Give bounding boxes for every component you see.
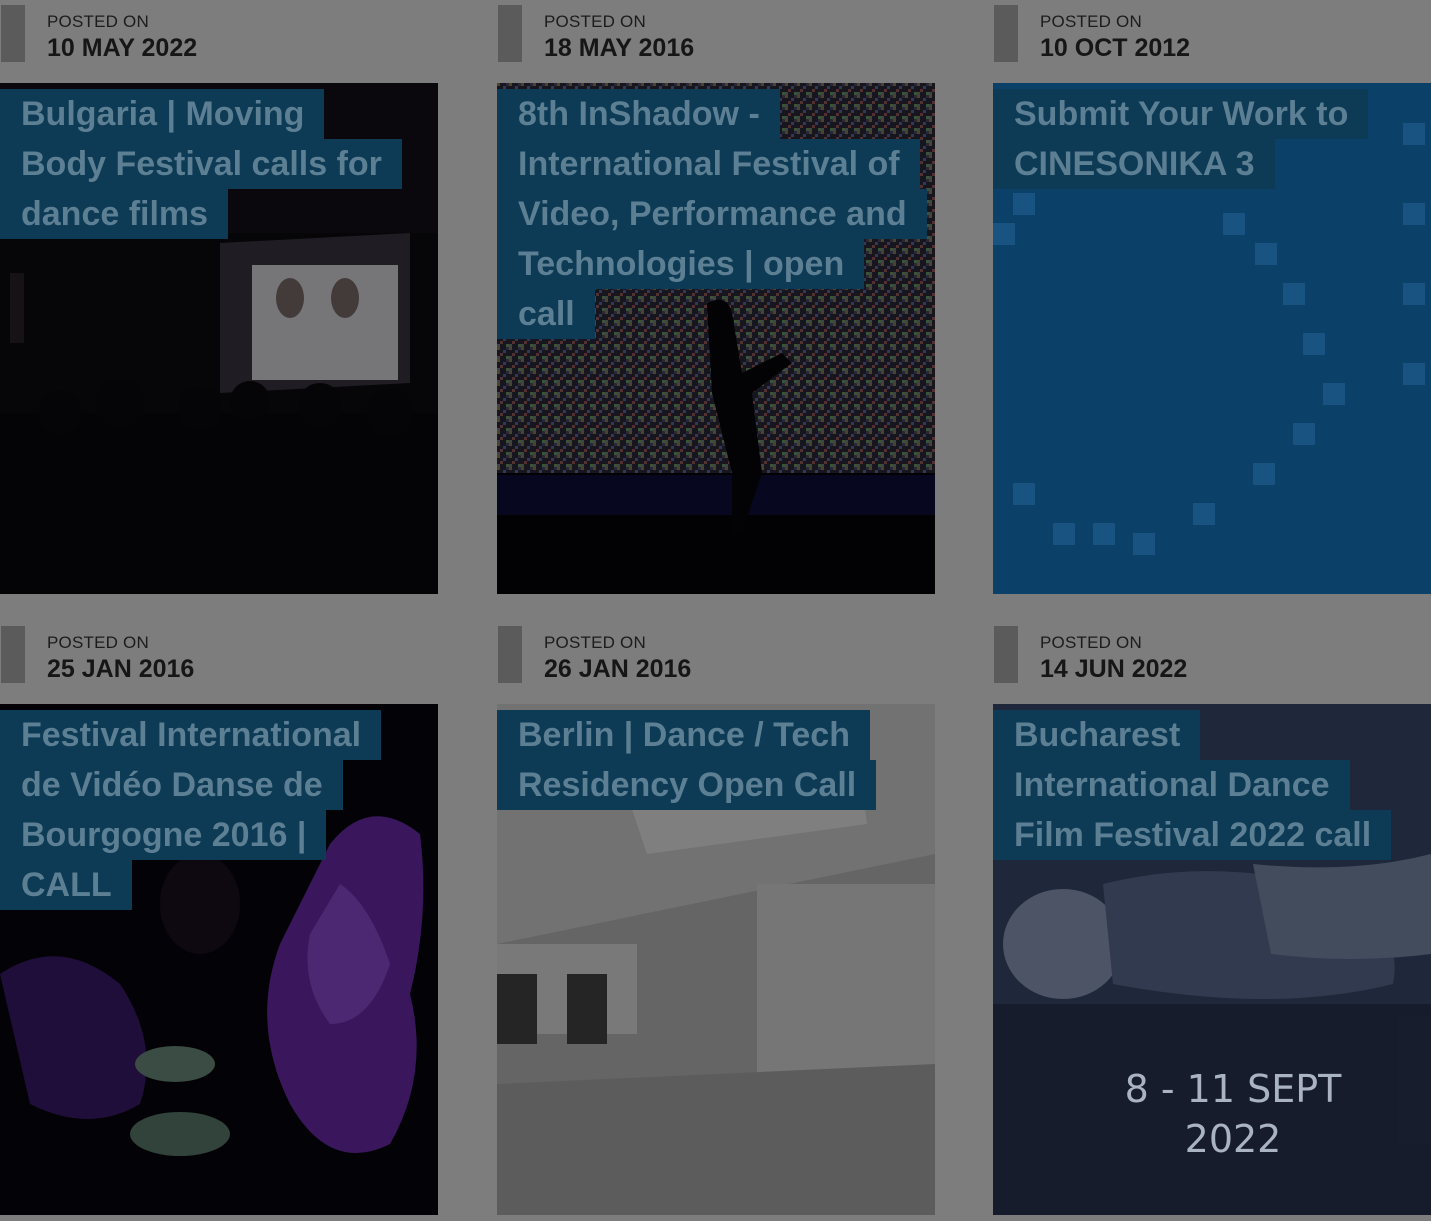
meta-accent-bar	[994, 626, 1018, 683]
post-date: 10 MAY 2022	[47, 34, 198, 62]
post-title-line[interactable]: Bourgogne 2016 |	[0, 810, 327, 860]
post-date: 14 JUN 2022	[1040, 655, 1188, 683]
meta-accent-bar	[1, 626, 25, 683]
post-title-line[interactable]: CINESONIKA 3	[993, 139, 1275, 189]
post-title-line[interactable]: International Dance	[993, 760, 1350, 810]
post-card[interactable]: POSTED ON 10 OCT 2012 Submit Your Work t…	[993, 0, 1431, 600]
post-title[interactable]: Submit Your Work to CINESONIKA 3	[993, 89, 1369, 189]
post-card[interactable]: POSTED ON 26 JAN 2016 Berlin | Dance / T…	[497, 621, 935, 1221]
post-thumbnail[interactable]: Bulgaria | Moving Body Festival calls fo…	[0, 83, 438, 594]
post-title-line[interactable]: Bucharest	[993, 710, 1201, 760]
post-title-line[interactable]: Berlin | Dance / Tech	[497, 710, 870, 760]
post-title-line[interactable]: Video, Performance and	[497, 189, 927, 239]
post-card[interactable]: POSTED ON 25 JAN 2016 Festival Internati…	[0, 621, 438, 1221]
posted-on-label: POSTED ON	[1040, 633, 1142, 652]
post-meta: POSTED ON 10 MAY 2022	[0, 0, 438, 72]
post-meta: POSTED ON 10 OCT 2012	[993, 0, 1431, 72]
thumbnail-caption-line: 8 - 11 SEPT	[1124, 1067, 1342, 1111]
post-title-line[interactable]: 8th InShadow -	[497, 89, 780, 139]
post-date: 18 MAY 2016	[544, 34, 695, 62]
post-title-line[interactable]: CALL	[0, 860, 132, 910]
post-title[interactable]: 8th InShadow - International Festival of…	[497, 89, 927, 339]
meta-accent-bar	[994, 5, 1018, 62]
post-date: 26 JAN 2016	[544, 655, 692, 683]
post-title-line[interactable]: Bulgaria | Moving	[0, 89, 325, 139]
post-thumbnail[interactable]: Festival International de Vidéo Danse de…	[0, 704, 438, 1215]
post-title-line[interactable]: dance films	[0, 189, 229, 239]
post-grid: POSTED ON 10 MAY 2022 Bulgaria | Moving …	[0, 0, 1431, 1216]
post-meta: POSTED ON 14 JUN 2022	[993, 621, 1431, 693]
posted-on-label: POSTED ON	[544, 12, 646, 31]
post-meta: POSTED ON 26 JAN 2016	[497, 621, 935, 693]
posted-on-label: POSTED ON	[1040, 12, 1142, 31]
meta-accent-bar	[498, 626, 522, 683]
post-title-line[interactable]: Body Festival calls for	[0, 139, 402, 189]
thumbnail-caption-line: 2022	[1184, 1117, 1282, 1161]
post-card[interactable]: POSTED ON 14 JUN 2022 8 - 11 SEPT 2022 B…	[993, 621, 1431, 1221]
post-date: 10 OCT 2012	[1040, 34, 1191, 62]
post-thumbnail[interactable]: Berlin | Dance / Tech Residency Open Cal…	[497, 704, 935, 1215]
post-thumbnail[interactable]: 8th InShadow - International Festival of…	[497, 83, 935, 594]
post-title-line[interactable]: International Festival of	[497, 139, 920, 189]
post-title-line[interactable]: Technologies | open	[497, 239, 865, 289]
post-meta: POSTED ON 25 JAN 2016	[0, 621, 438, 693]
post-title[interactable]: Festival International de Vidéo Danse de…	[0, 710, 382, 910]
meta-accent-bar	[498, 5, 522, 62]
posted-on-label: POSTED ON	[47, 12, 149, 31]
post-title-line[interactable]: Film Festival 2022 call	[993, 810, 1392, 860]
post-title-line[interactable]: call	[497, 289, 595, 339]
post-card[interactable]: POSTED ON 18 MAY 2016 8th InShadow - Int…	[497, 0, 935, 600]
post-title-line[interactable]: Submit Your Work to	[993, 89, 1369, 139]
post-title-line[interactable]: Festival International	[0, 710, 382, 760]
post-date: 25 JAN 2016	[47, 655, 195, 683]
post-title-line[interactable]: Residency Open Call	[497, 760, 877, 810]
posted-on-label: POSTED ON	[544, 633, 646, 652]
post-meta: POSTED ON 18 MAY 2016	[497, 0, 935, 72]
post-thumbnail[interactable]: 8 - 11 SEPT 2022 Bucharest International…	[993, 704, 1431, 1215]
post-title[interactable]: Bulgaria | Moving Body Festival calls fo…	[0, 89, 402, 239]
post-title[interactable]: Bucharest International Dance Film Festi…	[993, 710, 1392, 860]
post-title-line[interactable]: de Vidéo Danse de	[0, 760, 343, 810]
post-title[interactable]: Berlin | Dance / Tech Residency Open Cal…	[497, 710, 877, 810]
post-card[interactable]: POSTED ON 10 MAY 2022 Bulgaria | Moving …	[0, 0, 438, 600]
post-thumbnail[interactable]: Submit Your Work to CINESONIKA 3	[993, 83, 1431, 594]
posted-on-label: POSTED ON	[47, 633, 149, 652]
thumbnail-caption: 8 - 11 SEPT 2022	[1093, 1064, 1373, 1164]
meta-accent-bar	[1, 5, 25, 62]
